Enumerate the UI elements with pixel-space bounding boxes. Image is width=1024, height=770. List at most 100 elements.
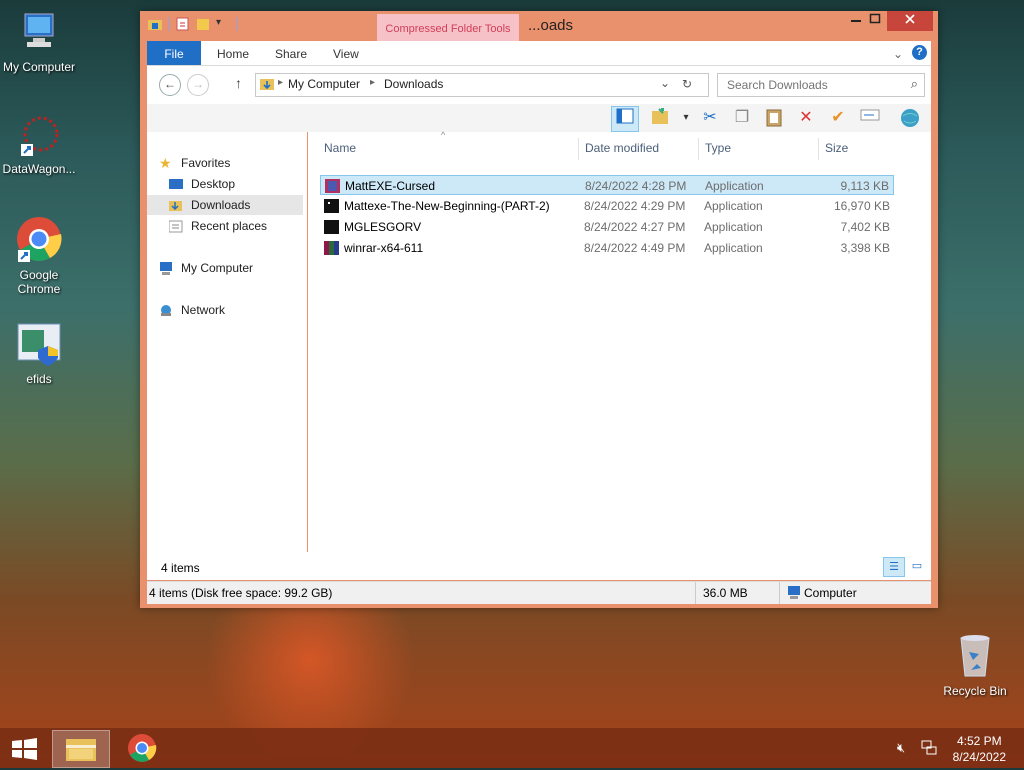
column-header-type[interactable]: Type	[705, 138, 731, 158]
nav-item-desktop[interactable]: Desktop	[147, 174, 303, 194]
recycle-bin-icon	[936, 632, 1014, 681]
copy-icon[interactable]: ❐	[731, 107, 753, 129]
file-name: MattEXE-Cursed	[345, 179, 436, 193]
maximize-button[interactable]	[860, 11, 890, 31]
tab-file[interactable]: File	[147, 41, 201, 65]
column-header-date[interactable]: Date modified	[585, 138, 659, 158]
start-button[interactable]	[0, 730, 50, 766]
item-count-bar: 4 items ☰ ▭	[147, 552, 931, 580]
column-header-size[interactable]: Size	[825, 138, 848, 158]
address-row: ← → ↑ ▸ My Computer ▸ Downloads ⌄ ↻ ⌕	[147, 66, 931, 104]
breadcrumb-downloads[interactable]: Downloads	[384, 77, 443, 91]
details-view-icon[interactable]: ☰	[883, 557, 905, 577]
file-name: winrar-x64-611	[344, 241, 424, 255]
downloads-folder-icon	[260, 77, 276, 94]
move-to-folder-icon[interactable]	[649, 107, 671, 129]
table-row[interactable]: MattEXE-Cursed 8/24/2022 4:28 PM Applica…	[320, 175, 894, 195]
rename-icon[interactable]	[859, 107, 881, 129]
tab-view[interactable]: View	[333, 41, 359, 65]
new-folder-icon[interactable]	[196, 17, 210, 31]
free-space-text: 4 items (Disk free space: 99.2 GB)	[149, 586, 333, 600]
nav-item-label: My Computer	[181, 261, 254, 275]
globe-icon[interactable]	[899, 107, 921, 129]
recent-places-icon	[168, 219, 183, 233]
taskbar: 🔇︎ 4:52 PM 8/24/2022	[0, 728, 1024, 768]
nav-item-label: Desktop	[191, 177, 236, 191]
desktop-icon-my-computer[interactable]: My Computer	[0, 12, 78, 74]
taskbar-file-explorer[interactable]	[52, 730, 110, 768]
close-button[interactable]	[887, 11, 933, 31]
network-icon	[159, 303, 173, 316]
desktop-icon-chrome[interactable]: Google Chrome	[0, 216, 78, 296]
column-separator[interactable]	[578, 138, 579, 160]
refresh-icon[interactable]: ↻	[682, 77, 692, 91]
ribbon-tabs: File Home Share View ⌄ ?	[147, 41, 931, 66]
delete-icon[interactable]: ✕	[795, 107, 817, 129]
clock-date: 8/24/2022	[952, 750, 1006, 764]
desktop-icon-label: My Computer	[2, 60, 76, 74]
chevron-down-icon[interactable]: ▾	[675, 107, 697, 129]
chevron-down-icon[interactable]: ▾	[216, 17, 230, 31]
nav-item-favorites[interactable]: ★ Favorites	[147, 153, 303, 173]
checkmark-icon[interactable]: ✔	[827, 107, 849, 129]
file-name: Mattexe-The-New-Beginning-(PART-2)	[344, 199, 550, 213]
nav-item-label: Recent places	[191, 219, 268, 233]
network-tray-icon[interactable]	[921, 739, 937, 758]
table-row[interactable]: Mattexe-The-New-Beginning-(PART-2) 8/24/…	[320, 196, 894, 216]
nav-item-downloads[interactable]: Downloads	[147, 195, 303, 215]
volume-muted-icon[interactable]: 🔇︎	[897, 740, 905, 756]
window-title: ...oads	[528, 17, 574, 34]
column-separator[interactable]	[818, 138, 819, 160]
total-size-text: 36.0 MB	[703, 586, 748, 600]
search-input[interactable]	[725, 77, 899, 93]
tab-home[interactable]: Home	[217, 41, 249, 65]
back-button[interactable]: ←	[159, 74, 181, 96]
file-size: 9,113 KB	[840, 179, 889, 193]
column-separator[interactable]	[698, 138, 699, 160]
tab-share[interactable]: Share	[275, 41, 307, 65]
desktop-icon-label: efids	[26, 372, 52, 386]
cut-icon[interactable]: ✂	[699, 107, 721, 129]
taskbar-clock[interactable]: 4:52 PM 8/24/2022	[953, 733, 1006, 765]
properties-icon[interactable]	[176, 17, 190, 31]
file-type: Application	[705, 179, 764, 193]
column-header-name[interactable]: Name	[324, 138, 356, 158]
desktop-icon-efids[interactable]: efids	[0, 322, 78, 386]
table-row[interactable]: MGLESGORV 8/24/2022 4:27 PM Application …	[320, 217, 894, 237]
maximize-icon	[869, 13, 881, 24]
large-icons-view-icon[interactable]: ▭	[907, 557, 927, 575]
nav-item-recent-places[interactable]: Recent places	[147, 216, 303, 236]
breadcrumb-my-computer[interactable]: My Computer	[288, 77, 360, 91]
chrome-icon	[128, 734, 157, 762]
expand-ribbon-icon[interactable]: ⌄	[893, 41, 903, 65]
search-box[interactable]: ⌕	[717, 73, 925, 97]
star-icon: ★	[159, 155, 172, 171]
help-icon[interactable]: ?	[912, 45, 927, 60]
preview-pane-icon[interactable]	[611, 106, 639, 132]
taskbar-chrome[interactable]	[114, 730, 170, 766]
search-icon[interactable]: ⌕	[911, 76, 918, 92]
address-bar[interactable]: ▸ My Computer ▸ Downloads ⌄ ↻	[255, 73, 709, 97]
forward-button[interactable]: →	[187, 74, 209, 96]
folder-icon[interactable]	[148, 17, 162, 31]
paste-icon[interactable]	[763, 107, 785, 129]
table-row[interactable]: winrar-x64-611 8/24/2022 4:49 PM Applica…	[320, 238, 894, 258]
item-count: 4 items	[161, 561, 200, 575]
file-size: 16,970 KB	[833, 199, 890, 213]
desktop-icon-recycle-bin[interactable]: Recycle Bin	[936, 632, 1014, 698]
nav-item-network[interactable]: Network	[147, 300, 303, 320]
nav-item-label: Network	[181, 303, 226, 317]
chrome-icon	[0, 216, 78, 265]
compressed-folder-tools-tab[interactable]: Compressed Folder Tools	[377, 14, 519, 42]
file-type: Application	[704, 220, 763, 234]
file-date: 8/24/2022 4:49 PM	[584, 241, 686, 255]
title-bar[interactable]: ▾ Compressed Folder Tools ...oads	[140, 11, 938, 42]
mattexe-app-icon	[325, 179, 340, 193]
nav-item-label: Favorites	[181, 156, 231, 170]
up-arrow-icon[interactable]: ↑	[235, 75, 242, 91]
computer-icon	[159, 261, 173, 275]
chevron-down-icon[interactable]: ⌄	[660, 76, 670, 90]
desktop-icon-datawagon[interactable]: DataWagon...	[0, 114, 78, 176]
downloads-folder-icon	[169, 198, 183, 211]
nav-item-my-computer[interactable]: My Computer	[147, 258, 303, 278]
